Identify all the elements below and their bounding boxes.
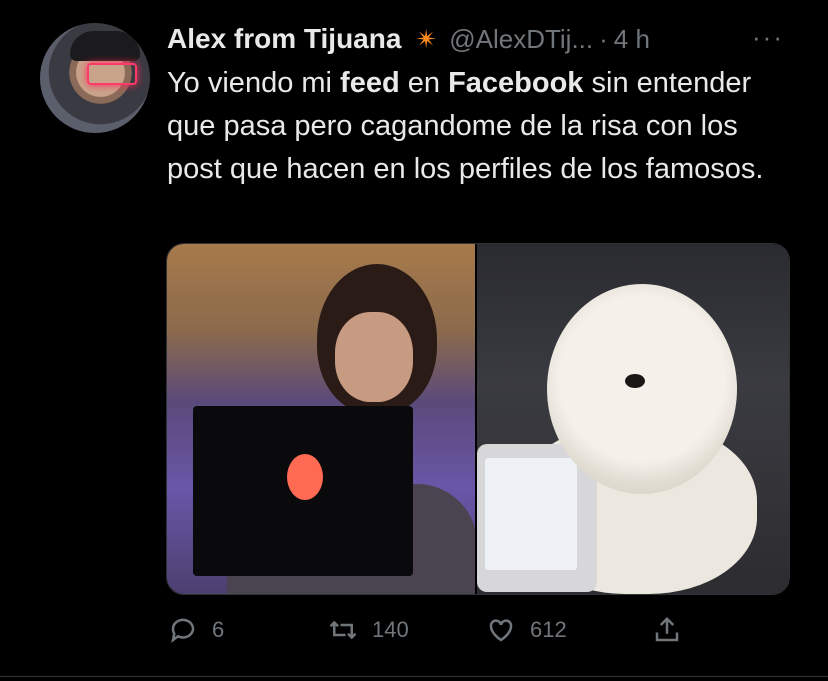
girl-face (335, 312, 413, 402)
tweet-time[interactable]: 4 h (614, 24, 650, 55)
dog-head (547, 284, 737, 494)
tweet-divider (0, 676, 828, 677)
tablet-screen (485, 458, 577, 570)
tweet-text-bold: Facebook (448, 67, 584, 99)
tweet-text-part: Yo viendo mi (167, 67, 341, 99)
more-options-icon[interactable]: ··· (752, 22, 784, 53)
tweet-header: Alex from Tijuana ✴ @AlexDTij... · 4 h (167, 20, 650, 58)
like-button[interactable]: 612 (486, 608, 567, 652)
author-handle[interactable]: @AlexDTij... (449, 24, 593, 55)
dog-nose (625, 374, 645, 388)
tweet-text-part: en (399, 67, 449, 99)
heart-icon (489, 619, 513, 642)
separator-dot: · (599, 23, 608, 54)
tweet-actions: 6 140 612 (166, 608, 788, 652)
avatar-glasses (87, 63, 137, 85)
reply-count: 6 (212, 617, 225, 642)
pear-logo-icon (287, 454, 323, 500)
share-icon (655, 616, 679, 642)
meme-photo-girl-laptop[interactable] (167, 244, 475, 594)
tweet-text-bold: feed (340, 67, 400, 99)
avatar[interactable] (40, 23, 150, 133)
like-count: 612 (530, 617, 567, 642)
retweet-button[interactable]: 140 (328, 608, 409, 652)
tweet-text: Yo viendo mi feed en Facebook sin entend… (167, 62, 787, 191)
author-name[interactable]: Alex from Tijuana (167, 23, 401, 55)
reply-icon (171, 618, 195, 643)
explosion-icon: ✴ (415, 23, 438, 54)
tweet-media (166, 243, 790, 595)
reply-button[interactable]: 6 (168, 608, 224, 652)
share-button[interactable] (652, 608, 682, 652)
retweet-count: 140 (372, 617, 409, 642)
meme-photo-dog-tablet[interactable] (477, 244, 789, 594)
retweet-icon (329, 620, 357, 640)
avatar-hair (70, 31, 140, 61)
